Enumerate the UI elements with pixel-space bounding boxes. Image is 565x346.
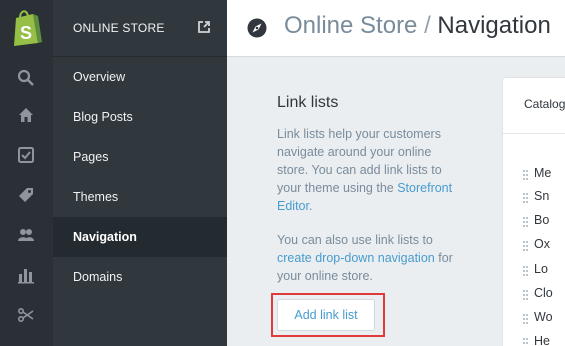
catalog-link-list-card: Catalog Me Sn Bo Ox Lo Clo Wo He <box>502 77 565 346</box>
catalog-card-title[interactable]: Catalog <box>524 97 565 111</box>
sidebar-header: ONLINE STORE <box>53 0 227 57</box>
online-store-sidebar: ONLINE STORE Overview Blog Posts Pages T… <box>53 0 227 346</box>
drag-handle-icon[interactable] <box>523 192 528 203</box>
drag-handle-icon[interactable] <box>523 289 528 300</box>
card-divider <box>503 133 565 134</box>
list-item-label: Lo <box>534 262 548 276</box>
drag-handle-icon[interactable] <box>523 240 528 251</box>
compass-icon <box>247 18 267 38</box>
list-item[interactable]: Bo <box>523 213 565 229</box>
breadcrumb-separator: / <box>424 12 431 39</box>
dropdown-description-text: You can also use link lists to <box>277 233 433 247</box>
discounts-icon[interactable] <box>15 304 37 326</box>
dropdown-description: You can also use link lists to create dr… <box>277 231 459 285</box>
tag-icon[interactable] <box>15 184 37 206</box>
sidebar-item-themes[interactable]: Themes <box>53 177 227 217</box>
list-item[interactable]: Me <box>523 166 565 182</box>
list-item[interactable]: Wo <box>523 310 565 326</box>
drag-handle-icon[interactable] <box>523 313 528 324</box>
list-item-label: Ox <box>534 237 550 251</box>
list-item-label: Clo <box>534 286 553 300</box>
reports-icon[interactable] <box>15 264 37 286</box>
drag-handle-icon[interactable] <box>523 169 528 180</box>
list-item-label: Bo <box>534 213 550 227</box>
drag-handle-icon[interactable] <box>523 216 528 227</box>
shopify-logo-icon[interactable]: S <box>9 9 43 47</box>
drag-handle-icon[interactable] <box>523 265 528 276</box>
add-link-list-button[interactable]: Add link list <box>277 299 375 331</box>
list-item[interactable]: Lo <box>523 262 565 278</box>
page-title: Online Store / Navigation <box>284 12 551 40</box>
icon-rail: S <box>0 0 53 346</box>
sidebar-title: ONLINE STORE <box>73 21 165 35</box>
orders-icon[interactable] <box>15 144 37 166</box>
list-item-label: Me <box>534 166 552 180</box>
home-icon[interactable] <box>15 104 37 126</box>
page-header: Online Store / Navigation <box>227 0 565 57</box>
sidebar-item-blog-posts[interactable]: Blog Posts <box>53 97 227 137</box>
description-end: . <box>308 199 313 213</box>
search-icon[interactable] <box>15 67 37 89</box>
link-lists-description: Link lists help your customers navigate … <box>277 125 459 215</box>
customers-icon[interactable] <box>15 224 37 246</box>
page-title-text: Navigation <box>437 12 551 39</box>
list-item[interactable]: Ox <box>523 237 565 253</box>
svg-text:S: S <box>20 23 32 43</box>
drag-handle-icon[interactable] <box>523 337 528 346</box>
list-item-label: Wo <box>534 310 553 324</box>
breadcrumb-online-store[interactable]: Online Store <box>284 12 417 39</box>
list-item-label: Sn <box>534 189 550 203</box>
sidebar-item-domains[interactable]: Domains <box>53 257 227 297</box>
main-content: Online Store / Navigation Link lists Lin… <box>227 0 565 346</box>
list-item-label: He <box>534 334 550 346</box>
external-link-icon[interactable] <box>197 20 211 34</box>
list-item[interactable]: Clo <box>523 286 565 302</box>
link-lists-title: Link lists <box>277 94 339 111</box>
list-item[interactable]: Sn <box>523 189 565 205</box>
sidebar-item-overview[interactable]: Overview <box>53 57 227 97</box>
sidebar-item-pages[interactable]: Pages <box>53 137 227 177</box>
list-item[interactable]: He <box>523 334 565 346</box>
dropdown-navigation-link[interactable]: create drop-down navigation <box>277 251 435 265</box>
sidebar-item-navigation[interactable]: Navigation <box>53 217 227 257</box>
